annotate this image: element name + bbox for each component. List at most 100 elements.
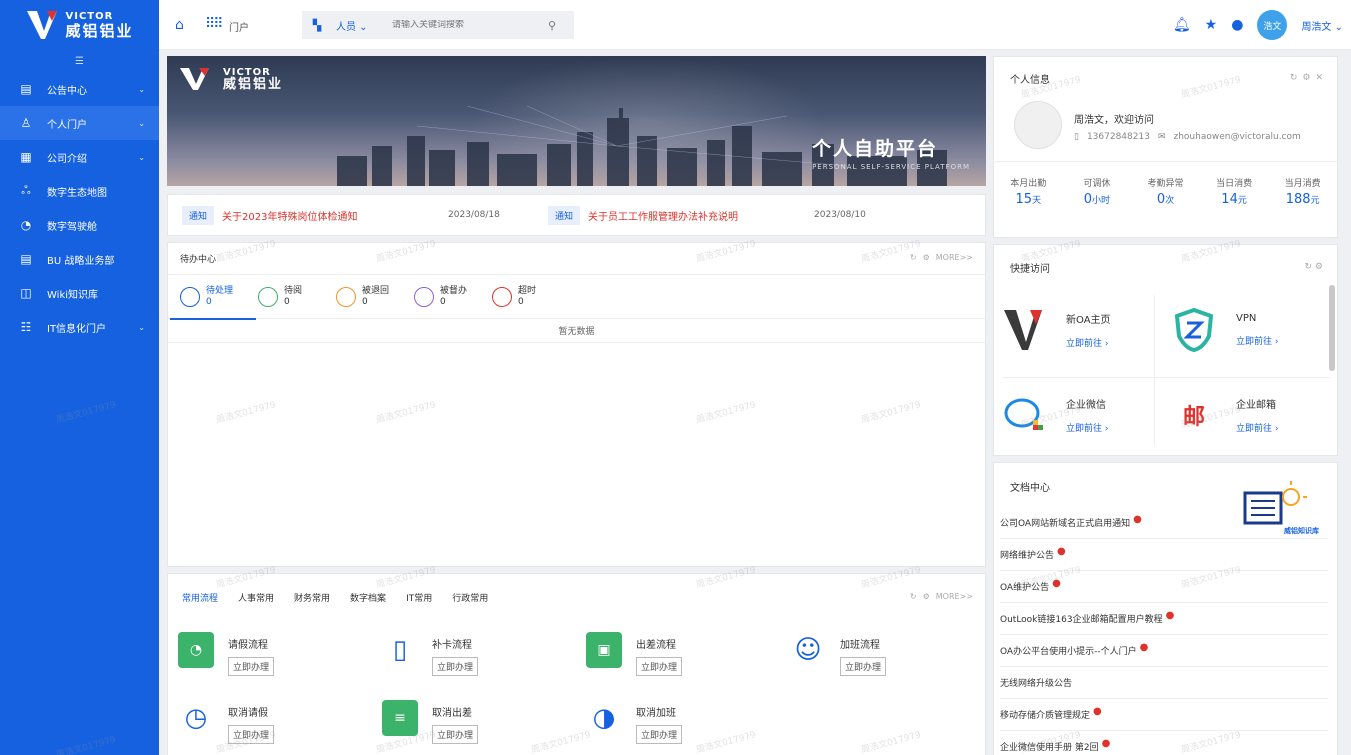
notice-title[interactable]: 关于2023年特殊岗位体检通知: [222, 208, 448, 223]
user-avatar[interactable]: 浩文: [1257, 10, 1288, 40]
process-now-button[interactable]: 立即办理: [432, 725, 479, 744]
stat-item: 可调休 0小时: [1083, 179, 1111, 207]
star-icon[interactable]: ★: [1205, 17, 1218, 33]
doc-item[interactable]: OA维护公告 ●: [1000, 571, 1328, 603]
todo-tab[interactable]: 待阅 0: [258, 275, 336, 319]
flow-tab[interactable]: 人事常用: [238, 591, 274, 604]
settings-icon[interactable]: ⚙: [923, 253, 930, 262]
sidebar-item[interactable]: ▦ 公司介绍 ⌄: [0, 140, 159, 174]
todo-tab-icon: [492, 286, 512, 307]
chevron-down-icon: ⌄: [138, 84, 145, 94]
search-scope-select[interactable]: 人员 ⌄: [336, 18, 392, 33]
portal-link[interactable]: 门户: [229, 19, 249, 34]
process-now-button[interactable]: 立即办理: [840, 657, 887, 676]
doc-item[interactable]: OutLook链接163企业邮箱配置用户教程 ●: [1000, 603, 1328, 635]
search-icon[interactable]: ⚲: [548, 19, 556, 32]
document-center-panel: 文档中心 威铝知识库 公司OA网站新域名正式启用通知 ● 网络维护公告 ● OA维护公告…: [993, 462, 1338, 755]
flow-tab[interactable]: 行政常用: [452, 591, 488, 604]
sidebar-item-icon: ▤: [20, 82, 32, 96]
chevron-down-icon: ⌄: [138, 322, 145, 332]
flow-tab[interactable]: 数字档案: [350, 591, 386, 604]
quick-item-mail[interactable]: 邮 企业邮箱 立即前往 ›: [1172, 378, 1332, 452]
doc-item[interactable]: 移动存储介质管理规定 ●: [1000, 699, 1328, 731]
banner: VICTOR 威铝铝业 个人自助平台 PERSONAL SELF-SERVICE…: [167, 56, 986, 186]
notice-item[interactable]: 通知 关于2023年特殊岗位体检通知 2023/08/18: [182, 205, 548, 225]
topbar: ⌂ ⠿⠿ 门户 ▚ 人员 ⌄ ⚲ 🔔︎ ★ ● 浩文 周浩文 ⌄: [159, 0, 1351, 50]
process-now-button[interactable]: 立即办理: [636, 657, 683, 676]
flow-tab[interactable]: IT常用: [406, 591, 432, 604]
search-input[interactable]: [392, 20, 542, 30]
sidebar-item-label: 数字生态地图: [47, 187, 107, 199]
flow-tab[interactable]: 财务常用: [294, 591, 330, 604]
refresh-icon[interactable]: ↻: [1305, 262, 1313, 272]
sidebar-item[interactable]: ▤ BU 战略业务部: [0, 242, 159, 276]
settings-icon[interactable]: ⚙: [1315, 262, 1323, 272]
notice-date: 2023/08/18: [448, 210, 500, 220]
flow-tab[interactable]: 常用流程: [182, 591, 218, 604]
process-now-button[interactable]: 立即办理: [228, 725, 275, 744]
doc-item[interactable]: 公司OA网站新域名正式启用通知 ●: [1000, 507, 1328, 539]
todo-tab[interactable]: 被退回 0: [336, 275, 414, 319]
search-category-icon: ▚: [312, 18, 322, 32]
profile-welcome: 周浩文，欢迎访问: [1074, 115, 1154, 126]
flow-icon: ◔: [178, 632, 214, 668]
refresh-icon[interactable]: ↻: [910, 592, 917, 601]
flow-item: ◔ 请假流程 立即办理: [178, 632, 275, 676]
victor-logo-icon: [27, 11, 58, 39]
todo-tab[interactable]: 超时 0: [492, 275, 570, 319]
common-flows-panel: 常用流程 人事常用 财务常用 数字档案 IT常用 行政常用 ↻ ⚙ MORE>> ◔ 请假流…: [167, 573, 986, 755]
doc-item[interactable]: 无线网络升级公告: [1000, 667, 1328, 699]
sidebar-item[interactable]: ▤ 公告中心 ⌄: [0, 72, 159, 106]
brand-logo[interactable]: VICTOR 威铝铝业: [0, 0, 159, 50]
todo-tab[interactable]: 待处理 0: [170, 275, 258, 320]
sidebar-item-label: 个人门户: [47, 119, 87, 131]
sidebar-item-label: 公司介绍: [47, 153, 87, 165]
notice-bar: 通知 关于2023年特殊岗位体检通知 2023/08/18 通知 关于员工工作服…: [167, 194, 986, 236]
sidebar-item[interactable]: ◔ 数字驾驶舱: [0, 208, 159, 242]
settings-icon[interactable]: ⚙: [923, 592, 930, 601]
todo-tab[interactable]: 被督办 0: [414, 275, 492, 319]
sidebar-item-icon: ▦: [20, 150, 32, 164]
quick-item-vpn[interactable]: VPN 立即前往 ›: [1172, 293, 1332, 367]
process-now-button[interactable]: 立即办理: [432, 657, 479, 676]
quick-item-wecom[interactable]: 企业微信 立即前往 ›: [1002, 378, 1162, 452]
unread-dot-icon: ●: [1057, 546, 1066, 557]
user-menu[interactable]: 周浩文 ⌄: [1301, 18, 1343, 33]
scrollbar[interactable]: [1329, 285, 1335, 371]
todo-tab-icon: [258, 286, 278, 307]
docs-list: 公司OA网站新域名正式启用通知 ● 网络维护公告 ● OA维护公告 ● OutLook链接1…: [1000, 507, 1328, 755]
sidebar-item[interactable]: ◫ Wiki知识库: [0, 276, 159, 310]
home-icon[interactable]: ⌂: [175, 17, 184, 33]
notice-title[interactable]: 关于员工工作服管理办法补充说明: [588, 208, 814, 223]
chat-icon[interactable]: ●: [1231, 17, 1243, 33]
apps-grid-icon[interactable]: ⠿⠿: [205, 16, 223, 32]
settings-icon[interactable]: ⚙: [1302, 73, 1310, 83]
doc-item[interactable]: 网络维护公告 ●: [1000, 539, 1328, 571]
mail-icon: ✉: [1157, 132, 1166, 142]
flow-item: ◑ 取消加班 立即办理: [586, 700, 683, 744]
unread-dot-icon: ●: [1165, 610, 1175, 621]
sidebar-item[interactable]: ☷ IT信息化门户 ⌄: [0, 310, 159, 344]
notice-item[interactable]: 通知 关于员工工作服管理办法补充说明 2023/08/10: [548, 205, 914, 225]
vpn-shield-icon: [1172, 308, 1216, 352]
close-icon[interactable]: ✕: [1315, 73, 1323, 83]
sidebar-item-icon: ஃ: [21, 183, 31, 197]
sidebar-item-icon: ▤: [20, 252, 32, 266]
refresh-icon[interactable]: ↻: [1290, 73, 1298, 83]
quick-item-oa[interactable]: 新OA主页 立即前往 ›: [1002, 293, 1162, 367]
bell-icon[interactable]: 🔔︎: [1173, 17, 1191, 33]
more-link[interactable]: MORE>>: [936, 592, 973, 601]
doc-item[interactable]: 企业微信使用手册 第2回 ●: [1000, 731, 1328, 755]
sidebar-item[interactable]: ♙ 个人门户 ⌄: [0, 106, 159, 140]
profile-title: 个人信息: [1010, 75, 1050, 86]
more-link[interactable]: MORE>>: [936, 253, 973, 262]
banner-logo-icon: [180, 68, 209, 90]
unread-dot-icon: ●: [1139, 642, 1149, 653]
refresh-icon[interactable]: ↻: [910, 253, 917, 262]
stat-item: 当月消费 188元: [1284, 179, 1321, 207]
process-now-button[interactable]: 立即办理: [636, 725, 683, 744]
doc-item[interactable]: OA办公平台使用小提示--个人门户 ●: [1000, 635, 1328, 667]
sidebar-item[interactable]: ஃ 数字生态地图: [0, 174, 159, 208]
process-now-button[interactable]: 立即办理: [228, 657, 275, 676]
collapse-menu-icon[interactable]: ☰: [0, 50, 159, 72]
